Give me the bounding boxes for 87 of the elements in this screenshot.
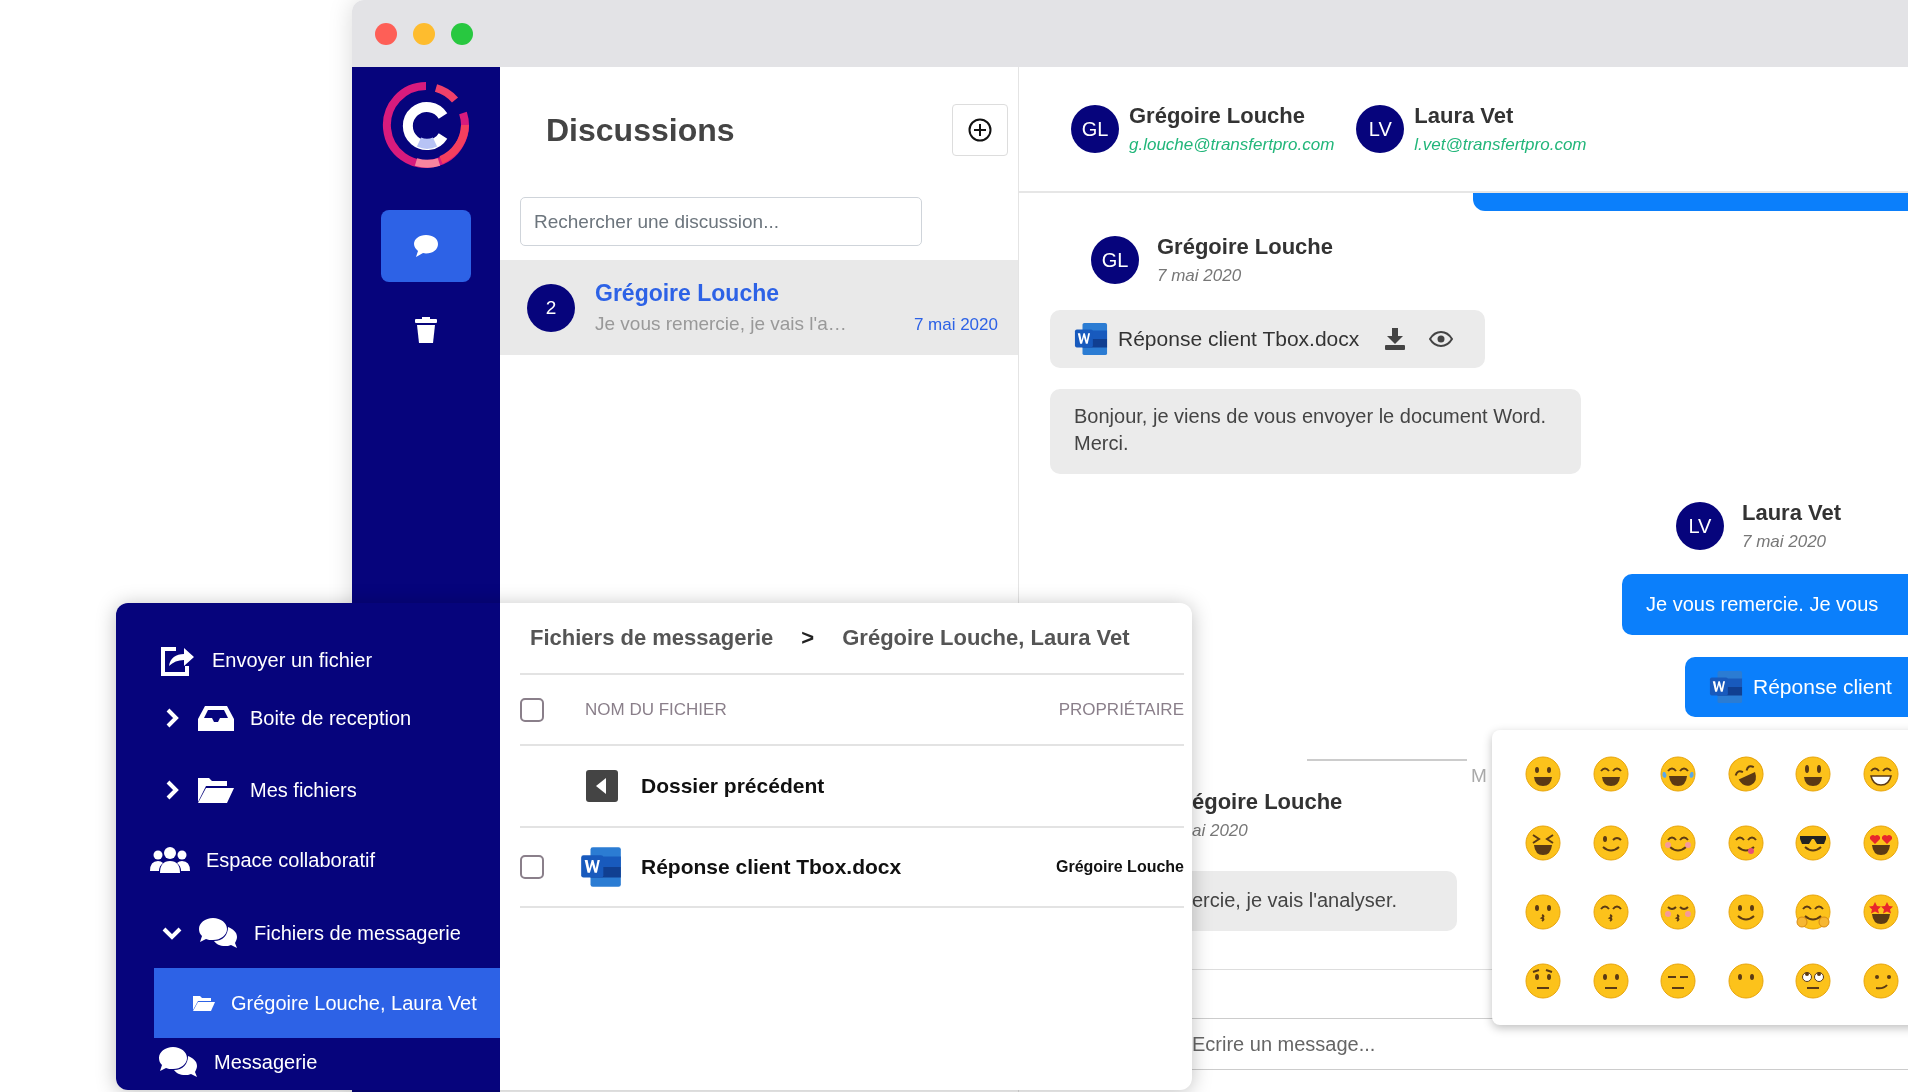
emoji-icon[interactable] xyxy=(1795,756,1831,792)
avatar: GL xyxy=(1071,105,1119,153)
avatar: LV xyxy=(1675,502,1724,550)
folder-icon xyxy=(193,995,215,1011)
breadcrumb-item[interactable]: Fichiers de messagerie xyxy=(530,625,774,651)
row-checkbox[interactable] xyxy=(520,855,544,879)
message-date: ai 2020 xyxy=(1192,821,1249,841)
emoji-icon[interactable] xyxy=(1727,963,1764,999)
nav-item[interactable]: Boite de reception xyxy=(250,706,412,730)
nav-item[interactable]: Envoyer un fichier xyxy=(212,648,373,672)
folder-icon xyxy=(198,776,234,804)
share-icon xyxy=(160,644,196,676)
people-icon xyxy=(150,845,190,875)
message-bubble: Je vous remercie. Je vous xyxy=(1622,574,1908,635)
participant-email: g.louche@transfertpro.com xyxy=(1129,135,1335,155)
nav-item[interactable]: Messagerie xyxy=(214,1050,318,1074)
column-header: NOM DU FICHIER xyxy=(584,699,728,720)
emoji-icon[interactable] xyxy=(1727,756,1764,792)
emoji-icon[interactable] xyxy=(1525,963,1561,999)
emoji-icon[interactable] xyxy=(1795,825,1831,861)
emoji-icon[interactable] xyxy=(1727,825,1764,861)
trash-icon xyxy=(415,317,437,343)
document-icon xyxy=(1074,322,1108,356)
emoji-icon[interactable] xyxy=(1660,894,1696,930)
inbox-icon xyxy=(198,705,234,731)
discussion-date: 7 mai 2020 xyxy=(913,315,998,335)
emoji-icon[interactable] xyxy=(1862,825,1899,861)
participant-name: Grégoire Louche xyxy=(1129,103,1307,129)
message-preview: Je vous remercie, je vais l'a… xyxy=(595,313,847,335)
discussion-item[interactable]: 2 Grégoire Louche Je vous remercie, je vais l'a… 7 mai 2020 xyxy=(500,260,1018,355)
emoji-icon[interactable] xyxy=(1525,756,1561,792)
emoji-icon[interactable] xyxy=(1795,963,1831,999)
message-date: 7 mai 2020 xyxy=(1157,266,1243,286)
owner-name: Grégoire Louche xyxy=(1055,858,1184,876)
emoji-icon[interactable] xyxy=(1862,756,1899,792)
chat-bubbles-icon xyxy=(198,917,238,949)
avatar: GL xyxy=(1091,236,1139,284)
new-discussion-button[interactable] xyxy=(952,104,1008,156)
divider-label: M xyxy=(1471,765,1487,787)
chat-bubbles-icon xyxy=(158,1046,198,1078)
participant-name: Laura Vet xyxy=(1414,103,1515,129)
emoji-icon[interactable] xyxy=(1660,963,1696,999)
file-name[interactable]: Réponse client Tbox.docx xyxy=(641,855,1056,879)
panel-title: Discussions xyxy=(546,111,735,149)
chat-bubble-icon xyxy=(412,233,440,259)
emoji-icon[interactable] xyxy=(1525,894,1561,930)
message-bubble: ercie, je vais l'analyser. xyxy=(1192,871,1457,931)
file-attachment[interactable]: Réponse client xyxy=(1685,657,1908,717)
select-all-checkbox[interactable] xyxy=(520,697,544,722)
emoji-icon[interactable] xyxy=(1727,894,1764,930)
participant-email: l.vet@transfertpro.com xyxy=(1414,135,1587,155)
unread-badge: 2 xyxy=(527,283,575,332)
nav-item[interactable]: Fichiers de messagerie xyxy=(254,921,461,945)
emoji-icon[interactable] xyxy=(1795,894,1831,930)
message-field[interactable]: Ecrire un message... xyxy=(1192,1018,1908,1070)
breadcrumb-item[interactable]: Grégoire Louche, Laura Vet xyxy=(842,625,1130,651)
nav-item[interactable]: Mes fichiers xyxy=(250,778,357,802)
nav-subitem[interactable]: Grégoire Louche, Laura Vet xyxy=(154,968,500,1038)
author-name: égoire Louche xyxy=(1192,789,1343,815)
file-name[interactable]: Dossier précédent xyxy=(641,774,1184,798)
emoji-icon[interactable] xyxy=(1660,825,1696,861)
eye-icon xyxy=(1429,331,1454,347)
column-header: PROPRIÉTAIRE xyxy=(1058,699,1184,720)
author-name: Grégoire Louche xyxy=(1157,234,1334,260)
breadcrumb-separator: > xyxy=(801,625,815,651)
plus-circle-icon xyxy=(968,118,992,142)
search-field[interactable]: Rechercher une discussion... xyxy=(520,197,922,246)
logo-icon xyxy=(381,80,471,170)
emoji-icon[interactable] xyxy=(1862,894,1899,930)
back-icon[interactable] xyxy=(586,770,618,802)
file-attachment[interactable]: Réponse client Tbox.docx xyxy=(1050,310,1485,368)
document-icon xyxy=(1709,670,1743,704)
emoji-icon[interactable] xyxy=(1592,756,1629,792)
emoji-icon[interactable] xyxy=(1592,894,1629,930)
author-name: Laura Vet xyxy=(1741,500,1841,526)
avatar: LV xyxy=(1356,105,1405,153)
emoji-icon[interactable] xyxy=(1862,963,1899,999)
nav-item[interactable]: Espace collaboratif xyxy=(206,848,375,872)
emoji-icon[interactable] xyxy=(1525,825,1561,861)
download-icon xyxy=(1385,328,1406,350)
document-icon xyxy=(580,846,622,888)
emoji-icon[interactable] xyxy=(1592,963,1629,999)
contact-name: Grégoire Louche xyxy=(595,280,781,307)
emoji-icon[interactable] xyxy=(1592,825,1629,861)
message-bubble: Bonjour, je viens de vous envoyer le document Word. Merci. xyxy=(1050,389,1581,474)
message-date: 7 mai 2020 xyxy=(1741,532,1828,552)
emoji-icon[interactable] xyxy=(1660,756,1696,792)
